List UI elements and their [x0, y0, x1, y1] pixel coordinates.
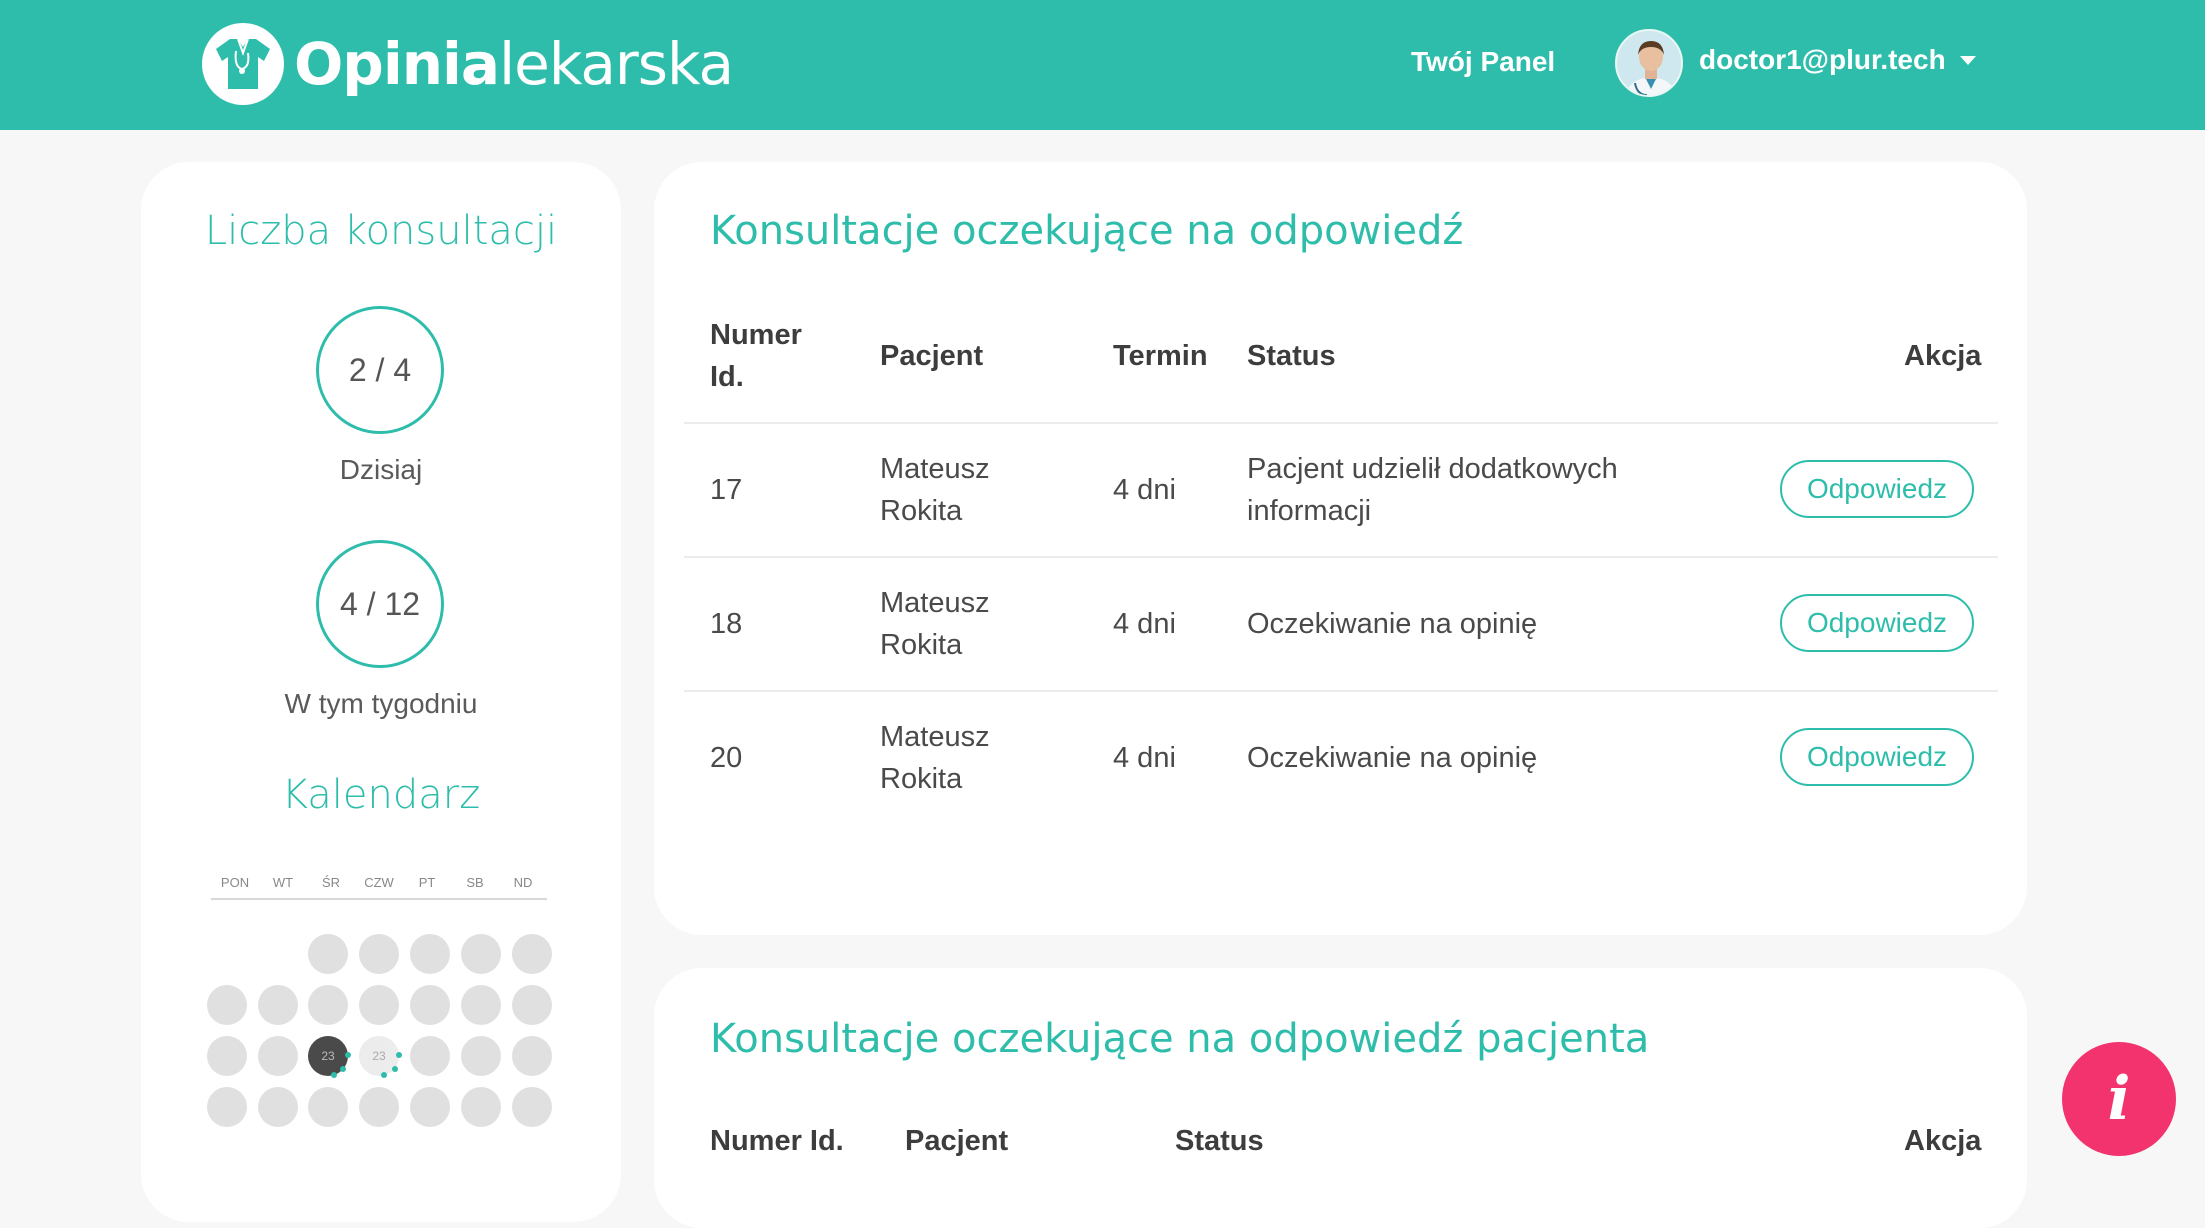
calendar-weekday-header: PON WT ŚR CZW PT SB ND	[211, 875, 547, 900]
header-text: Numer	[710, 319, 802, 351]
cell-term: 4 dni	[1113, 474, 1176, 506]
patient-last-name: Rokita	[880, 629, 963, 661]
user-email: doctor1@plur.tech	[1699, 44, 1946, 75]
column-header-action: Akcja	[1904, 1125, 1982, 1157]
info-button[interactable]: i	[2062, 1042, 2176, 1156]
cell-patient: Mateusz Rokita	[880, 716, 990, 800]
calendar-day[interactable]	[512, 934, 552, 974]
weekday-label: ŚR	[321, 875, 341, 890]
column-header-term: Termin	[1113, 340, 1208, 372]
row-divider	[684, 556, 1998, 558]
column-header-action: Akcja	[1904, 340, 1982, 372]
top-navbar: Opinialekarska Twój Panel doctor1@plur.t…	[0, 0, 2205, 130]
weekday-label: PT	[418, 875, 436, 890]
patient-first-name: Mateusz	[880, 721, 990, 753]
calendar-day[interactable]	[258, 1087, 298, 1127]
weekday-label: ND	[513, 875, 533, 890]
weekday-label: CZW	[364, 875, 394, 890]
calendar-title: Kalendarz	[281, 772, 481, 818]
calendar-day[interactable]	[410, 985, 450, 1025]
event-indicator	[381, 1072, 387, 1078]
patient-first-name: Mateusz	[880, 453, 990, 485]
calendar-day[interactable]	[410, 1087, 450, 1127]
cell-term: 4 dni	[1113, 742, 1176, 774]
calendar-day[interactable]	[258, 1036, 298, 1076]
chevron-down-icon	[1959, 55, 1976, 65]
calendar-day[interactable]	[359, 985, 399, 1025]
card-title: Konsultacje oczekujące na odpowiedź pacj…	[710, 1016, 1650, 1062]
calendar-day[interactable]	[461, 1036, 501, 1076]
cell-status: Pacjent udzielił dodatkowych informacji	[1247, 448, 1618, 532]
calendar-day[interactable]	[258, 985, 298, 1025]
status-text: Pacjent udzielił dodatkowych	[1247, 453, 1618, 485]
calendar-day[interactable]	[207, 1087, 247, 1127]
cell-id: 18	[710, 608, 743, 640]
weekday-label: PON	[220, 875, 250, 890]
today-counter: 2 / 4	[316, 306, 444, 434]
event-indicator	[331, 1072, 337, 1078]
answer-button[interactable]: Odpowiedz	[1780, 728, 1974, 786]
calendar-day[interactable]	[512, 1036, 552, 1076]
calendar-day[interactable]	[410, 1036, 450, 1076]
column-header-patient: Pacjent	[880, 340, 984, 372]
calendar-day[interactable]	[512, 985, 552, 1025]
info-icon: i	[2107, 1064, 2131, 1134]
cell-id: 17	[710, 474, 743, 506]
cell-term: 4 dni	[1113, 608, 1176, 640]
calendar-day[interactable]	[512, 1087, 552, 1127]
cell-status: Oczekiwanie na opinię	[1247, 742, 1538, 774]
event-indicator	[340, 1066, 346, 1072]
shirt-icon	[202, 23, 284, 105]
event-indicator	[345, 1052, 351, 1058]
calendar-day[interactable]	[461, 1087, 501, 1127]
status-text: informacji	[1247, 495, 1372, 527]
answer-button[interactable]: Odpowiedz	[1780, 594, 1974, 652]
patient-first-name: Mateusz	[880, 587, 990, 619]
cell-patient: Mateusz Rokita	[880, 448, 990, 532]
nav-link-panel[interactable]: Twój Panel	[1411, 46, 1555, 78]
cell-status: Oczekiwanie na opinię	[1247, 608, 1538, 640]
pending-consultations-card: Konsultacje oczekujące na odpowiedź Nume…	[654, 162, 2027, 935]
calendar-day[interactable]	[308, 1087, 348, 1127]
calendar-day[interactable]	[359, 1087, 399, 1127]
logo-text: Opinialekarska	[294, 30, 734, 98]
column-header-id: Numer Id.	[710, 314, 802, 398]
patient-last-name: Rokita	[880, 495, 963, 527]
column-header-patient: Pacjent	[905, 1125, 1009, 1157]
calendar-day[interactable]	[410, 934, 450, 974]
cell-id: 20	[710, 742, 743, 774]
weekday-label: SB	[466, 875, 484, 890]
calendar-day[interactable]	[207, 1036, 247, 1076]
row-divider	[684, 422, 1998, 424]
patient-last-name: Rokita	[880, 763, 963, 795]
answer-button[interactable]: Odpowiedz	[1780, 460, 1974, 518]
calendar-day[interactable]	[207, 985, 247, 1025]
avatar	[1615, 29, 1683, 97]
column-header-status: Status	[1175, 1125, 1264, 1157]
row-divider	[684, 690, 1998, 692]
week-counter: 4 / 12	[316, 540, 444, 668]
week-label: W tym tygodniu	[284, 688, 478, 719]
weekday-label: WT	[272, 875, 294, 890]
event-indicator	[392, 1066, 398, 1072]
header-text: Id.	[710, 361, 744, 393]
event-indicator	[396, 1052, 402, 1058]
logo[interactable]: Opinialekarska	[202, 22, 734, 106]
calendar-day[interactable]	[359, 934, 399, 974]
column-header-id: Numer Id.	[710, 1125, 844, 1157]
cell-patient: Mateusz Rokita	[880, 582, 990, 666]
calendar-day[interactable]	[461, 985, 501, 1025]
sidebar: Liczba konsultacji 2 / 4 Dzisiaj 4 / 12 …	[141, 162, 621, 1222]
column-header-status: Status	[1247, 340, 1336, 372]
calendar-day[interactable]	[308, 985, 348, 1025]
consultations-count-title: Liczba konsultacji	[204, 208, 558, 254]
patient-pending-consultations-card: Konsultacje oczekujące na odpowiedź pacj…	[654, 968, 2027, 1228]
calendar-day[interactable]	[308, 934, 348, 974]
user-menu[interactable]: doctor1@plur.tech	[1615, 28, 1976, 98]
calendar-day[interactable]	[461, 934, 501, 974]
today-label: Dzisiaj	[339, 454, 423, 485]
card-title: Konsultacje oczekujące na odpowiedź	[710, 208, 1464, 254]
